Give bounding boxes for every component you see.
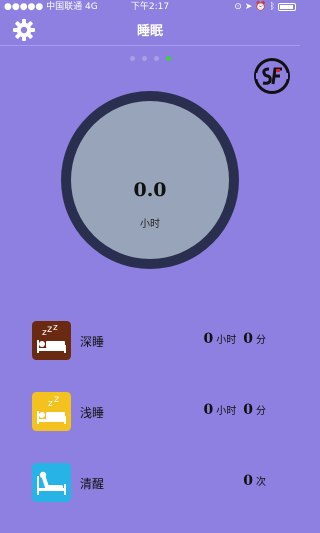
svg-text:z: z — [53, 323, 58, 333]
sleep-summary-disc: 0.0 小时 — [71, 101, 229, 259]
deep-sleep-icon: z z z — [32, 321, 71, 360]
bluetooth-icon: ᛒ — [269, 2, 275, 12]
hours-unit: 小时 — [216, 335, 237, 346]
awake-label: 清醒 — [80, 477, 105, 491]
minutes-unit: 分 — [256, 406, 266, 417]
light-sleep-minutes: 0 — [243, 402, 253, 418]
svg-text:z: z — [54, 394, 59, 405]
light-sleep-label: 浅睡 — [80, 406, 105, 420]
status-bar: ●●●●● 中国联通 4G 下午2:17 ⊙ ➤ ⏰ ᛒ — [0, 0, 300, 14]
total-sleep-value: 0.0 — [133, 179, 167, 201]
deep-sleep-minutes: 0 — [243, 331, 253, 347]
light-sleep-row[interactable]: z z 浅睡 0 小时 0 分 — [0, 392, 300, 432]
hours-unit: 小时 — [216, 406, 237, 417]
navigation-bar: 睡眠 — [0, 14, 300, 46]
status-icons: ⊙ ➤ ⏰ ᛒ — [234, 0, 296, 14]
light-sleep-duration: 0 小时 0 分 — [204, 402, 271, 418]
light-sleep-icon: z z — [32, 392, 71, 431]
awake-count-value: 0 — [243, 473, 253, 489]
alarm-icon: ⏰ — [255, 2, 267, 12]
awake-row[interactable]: 清醒 0 次 — [0, 463, 300, 503]
svg-text:z: z — [47, 324, 52, 335]
page-title: 睡眠 — [136, 24, 163, 39]
location-icon: ➤ — [244, 2, 253, 12]
awake-count: 0 次 — [243, 473, 270, 489]
times-unit: 次 — [256, 477, 266, 488]
sleep-summary-ring: 0.0 小时 — [61, 91, 239, 269]
svg-text:z: z — [48, 399, 53, 409]
page-dot-active[interactable] — [165, 56, 171, 61]
page-dot[interactable] — [153, 56, 159, 61]
minutes-unit: 分 — [256, 335, 266, 346]
page-dot[interactable] — [141, 56, 147, 61]
sf-logo-icon[interactable] — [254, 58, 290, 94]
deep-sleep-hours: 0 — [203, 331, 214, 347]
deep-sleep-label: 深睡 — [80, 335, 105, 349]
page-dot[interactable] — [129, 56, 135, 61]
deep-sleep-duration: 0 小时 0 分 — [204, 331, 271, 347]
lock-rotation-icon: ⊙ — [234, 2, 242, 12]
deep-sleep-row[interactable]: z z z 深睡 0 小时 0 分 — [0, 321, 300, 361]
awake-icon — [32, 463, 71, 502]
light-sleep-hours: 0 — [203, 402, 214, 418]
battery-icon — [278, 3, 296, 11]
total-sleep-unit: 小时 — [140, 219, 160, 230]
